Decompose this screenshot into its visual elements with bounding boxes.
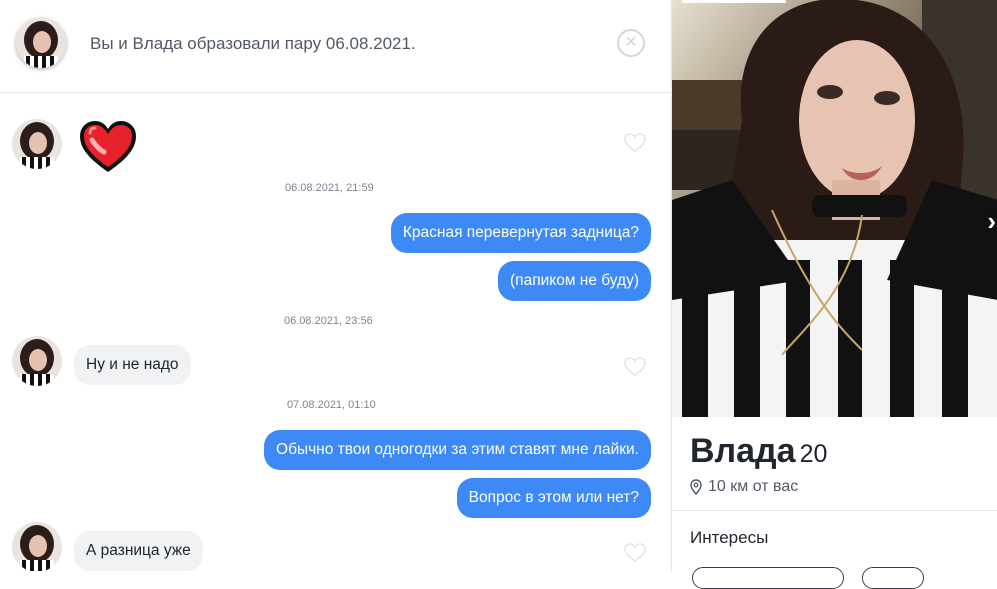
heart-outline-icon[interactable]	[624, 133, 646, 153]
interests-title: Интересы	[690, 528, 769, 547]
interest-chip[interactable]	[862, 567, 924, 589]
section-divider	[672, 510, 997, 511]
avatar-image	[16, 18, 66, 68]
message-timestamp: 06.08.2021, 23:56	[284, 315, 373, 327]
sender-avatar[interactable]	[12, 336, 62, 386]
heart-outline-icon[interactable]	[624, 357, 646, 377]
heart-outline-icon[interactable]	[624, 543, 646, 563]
profile-age: 20	[799, 440, 828, 468]
profile-photo[interactable]: ›	[672, 0, 997, 417]
incoming-message[interactable]: Ну и не надо	[74, 345, 191, 385]
sender-avatar[interactable]	[12, 119, 62, 169]
message-timestamp: 07.08.2021, 01:10	[287, 399, 376, 411]
chevron-right-icon[interactable]: ›	[987, 206, 996, 237]
outgoing-message[interactable]: Красная перевернутая задница?	[390, 213, 651, 253]
profile-name: Влада	[690, 432, 796, 470]
incoming-message[interactable]: А разница уже	[74, 531, 203, 571]
profile-distance: 10 км от вас	[708, 478, 799, 495]
outgoing-message[interactable]: Обычно твои одногодки за этим ставят мне…	[264, 430, 651, 470]
avatar-image	[12, 336, 62, 386]
profile-panel: › Влада 20 10 км от вас Интересы	[671, 0, 997, 589]
match-avatar[interactable]	[16, 18, 66, 68]
location-pin-icon	[690, 479, 702, 495]
close-icon[interactable]: ×	[617, 29, 645, 57]
interest-chip[interactable]	[692, 567, 844, 589]
chat-panel: Вы и Влада образовали пару 06.08.2021. ×…	[0, 0, 671, 571]
heart-sticker	[78, 120, 138, 174]
profile-photo-image	[672, 0, 997, 417]
match-notice: Вы и Влада образовали пару 06.08.2021.	[90, 34, 416, 53]
match-header: Вы и Влада образовали пару 06.08.2021. ×	[0, 0, 671, 93]
profile-distance-row: 10 км от вас	[690, 478, 798, 496]
outgoing-message[interactable]: Вопрос в этом или нет?	[456, 478, 651, 518]
photo-progress-indicator	[682, 0, 786, 3]
avatar-image	[12, 522, 62, 571]
sender-avatar[interactable]	[12, 522, 62, 571]
outgoing-message[interactable]: (папиком не буду)	[498, 261, 651, 301]
avatar-image	[12, 119, 62, 169]
profile-name-row: Влада 20	[690, 432, 827, 471]
message-timestamp: 06.08.2021, 21:59	[285, 182, 374, 194]
